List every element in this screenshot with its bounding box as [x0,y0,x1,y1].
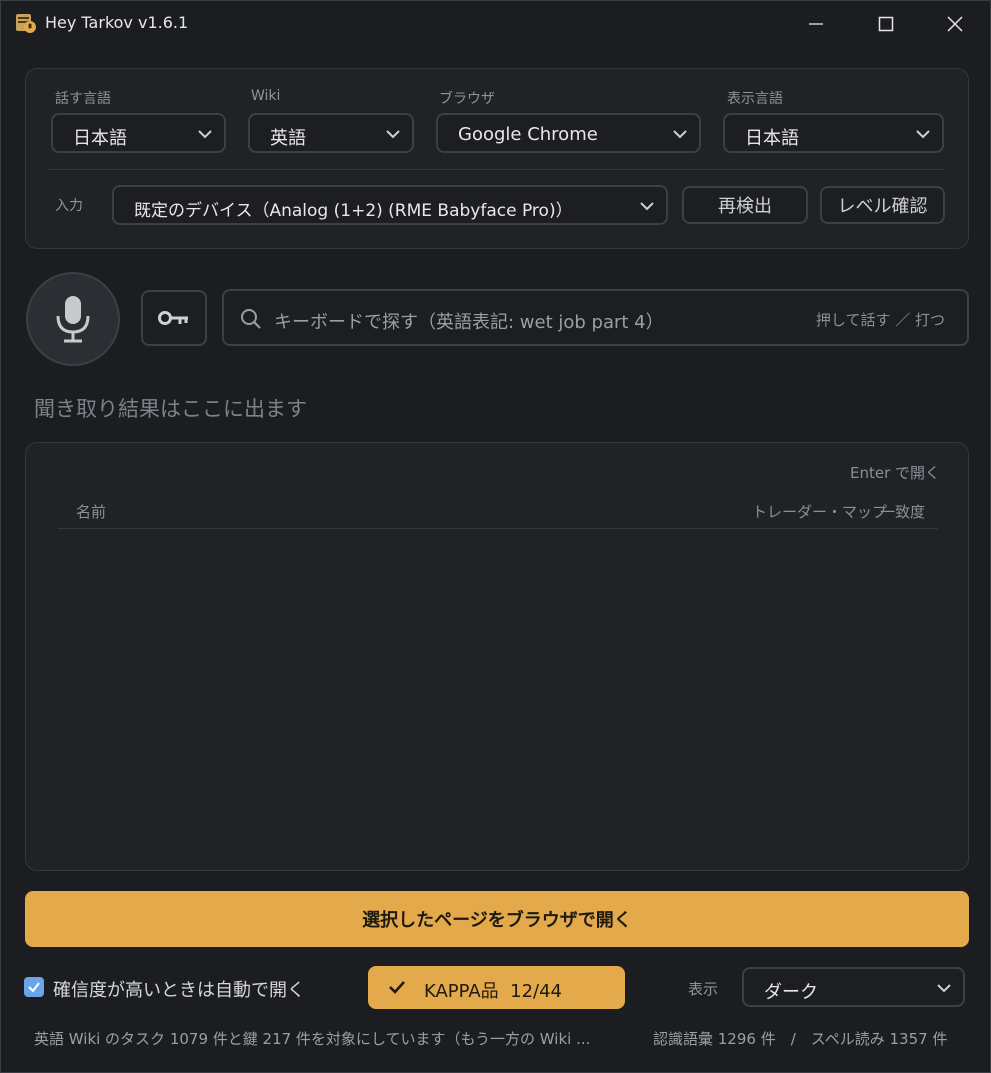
display-language-label: 表示言語 [727,91,783,107]
auto-open-label: 確信度が高いときは自動で開く [53,980,305,1001]
app-window: Hey Tarkov v1.6.1 話す言語 Wiki ブラウザ 表示言語 日本… [0,0,991,1073]
key-icon [158,311,188,325]
input-device-select[interactable]: 既定のデバイス（Analog (1+2) (RME Babyface Pro)） [112,185,668,225]
key-mode-button[interactable] [141,290,207,346]
browser-label: ブラウザ [439,91,495,107]
chevron-down-icon [916,130,930,139]
listen-result-placeholder: 聞き取り結果はここに出ます [34,397,307,421]
maximize-icon [878,16,894,32]
minimize-icon [809,23,823,25]
vocabulary-stats: 認識語彙 1296 件 / スペル読み 1357 件 [653,1030,948,1048]
browser-value: Google Chrome [458,124,598,145]
window-title: Hey Tarkov v1.6.1 [45,13,189,32]
display-label: 表示 [688,980,719,998]
wiki-value: 英語 [270,128,306,149]
column-trader-map: トレーダー・マップ [752,503,888,521]
speech-language-value: 日本語 [73,128,127,149]
check-icon [28,982,40,993]
microphone-icon [56,296,90,343]
kappa-label: KAPPA品 12/44 [424,981,562,1002]
check-icon [389,981,405,994]
close-button[interactable] [920,1,990,47]
settings-panel: 話す言語 Wiki ブラウザ 表示言語 日本語 英語 Google Chrome… [25,68,969,249]
column-name: 名前 [76,503,107,521]
search-icon [241,309,261,329]
kappa-count: 12/44 [510,981,562,1002]
status-text: 英語 Wiki のタスク 1079 件と鍵 217 件を対象にしています（もう一… [34,1030,591,1048]
results-table-header: 名前 トレーダー・マップ 一致度 [58,499,938,529]
chevron-down-icon [640,202,654,211]
search-hint: 押して話す ／ 打つ [815,311,945,329]
open-in-browser-button[interactable]: 選択したページをブラウザで開く [25,891,969,947]
enter-hint: Enter で開く [849,464,940,482]
redetect-button[interactable]: 再検出 [682,186,808,224]
chevron-down-icon [937,984,951,993]
kappa-toggle-button[interactable]: KAPPA品 12/44 [368,966,625,1009]
app-icon [16,14,36,33]
chevron-down-icon [386,130,400,139]
panel-divider [47,169,945,170]
display-language-value: 日本語 [745,128,799,149]
close-icon [947,16,963,32]
keyboard-search-input[interactable]: キーボードで探す（英語表記: wet job part 4） 押して話す ／ 打… [222,289,969,346]
search-placeholder: キーボードで探す（英語表記: wet job part 4） [274,312,664,333]
theme-select[interactable]: ダーク [742,967,965,1007]
results-panel: Enter で開く 名前 トレーダー・マップ 一致度 [25,442,969,871]
speech-language-label: 話す言語 [55,91,111,107]
browser-select[interactable]: Google Chrome [436,113,701,153]
wiki-label: Wiki [251,88,281,104]
speech-language-select[interactable]: 日本語 [51,113,226,153]
maximize-button[interactable] [851,1,921,47]
auto-open-checkbox[interactable] [24,977,44,997]
chevron-down-icon [673,130,687,139]
chevron-down-icon [198,130,212,139]
input-label: 入力 [55,198,83,214]
minimize-button[interactable] [781,1,851,47]
display-language-select[interactable]: 日本語 [723,113,944,153]
theme-value: ダーク [764,982,818,1003]
input-device-value: 既定のデバイス（Analog (1+2) (RME Babyface Pro)） [134,201,573,221]
level-check-button[interactable]: レベル確認 [820,186,945,224]
wiki-select[interactable]: 英語 [248,113,414,153]
column-match: 一致度 [880,503,926,521]
title-bar: Hey Tarkov v1.6.1 [1,1,990,47]
microphone-button[interactable] [26,272,120,366]
